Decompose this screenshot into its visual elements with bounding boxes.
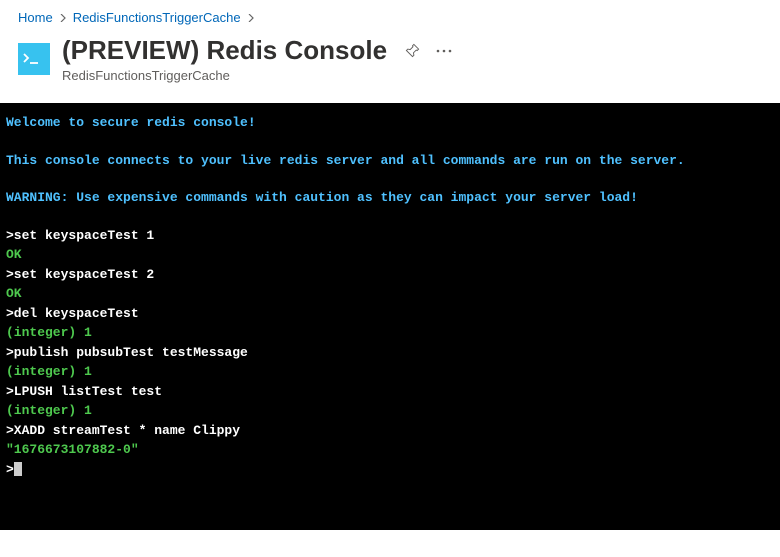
breadcrumb-resource[interactable]: RedisFunctionsTriggerCache (73, 10, 241, 25)
console-result: OK (6, 245, 774, 265)
breadcrumb: Home RedisFunctionsTriggerCache (18, 10, 762, 25)
console-banner-warning: WARNING: Use expensive commands with cau… (6, 188, 774, 208)
console-result: "1676673107882-0" (6, 440, 774, 460)
chevron-right-icon (59, 14, 67, 22)
console-command: >publish pubsubTest testMessage (6, 343, 774, 363)
title-block: (PREVIEW) Redis Console (62, 35, 452, 83)
pin-icon[interactable] (405, 43, 420, 58)
cursor-icon (14, 462, 22, 476)
console-command: >set keyspaceTest 1 (6, 226, 774, 246)
page-title-text: (PREVIEW) Redis Console (62, 35, 387, 66)
console-prompt[interactable]: > (6, 460, 774, 480)
header-area: Home RedisFunctionsTriggerCache (PREVIEW… (0, 0, 780, 103)
console-command: >LPUSH listTest test (6, 382, 774, 402)
more-icon[interactable] (436, 49, 452, 53)
console-result: (integer) 1 (6, 362, 774, 382)
console-command: >XADD streamTest * name Clippy (6, 421, 774, 441)
page-title: (PREVIEW) Redis Console (62, 35, 452, 66)
console-command: >del keyspaceTest (6, 304, 774, 324)
console-result: (integer) 1 (6, 401, 774, 421)
console-result: (integer) 1 (6, 323, 774, 343)
breadcrumb-home[interactable]: Home (18, 10, 53, 25)
page-subtitle: RedisFunctionsTriggerCache (62, 68, 452, 83)
chevron-right-icon (247, 14, 255, 22)
console-output: >set keyspaceTest 1OK>set keyspaceTest 2… (6, 226, 774, 460)
console-banner-welcome: Welcome to secure redis console! (6, 113, 774, 133)
title-row: (PREVIEW) Redis Console (18, 35, 762, 83)
redis-console-terminal[interactable]: Welcome to secure redis console! This co… (0, 103, 780, 530)
console-result: OK (6, 284, 774, 304)
terminal-icon (18, 43, 50, 75)
console-command: >set keyspaceTest 2 (6, 265, 774, 285)
console-banner-info: This console connects to your live redis… (6, 151, 774, 171)
